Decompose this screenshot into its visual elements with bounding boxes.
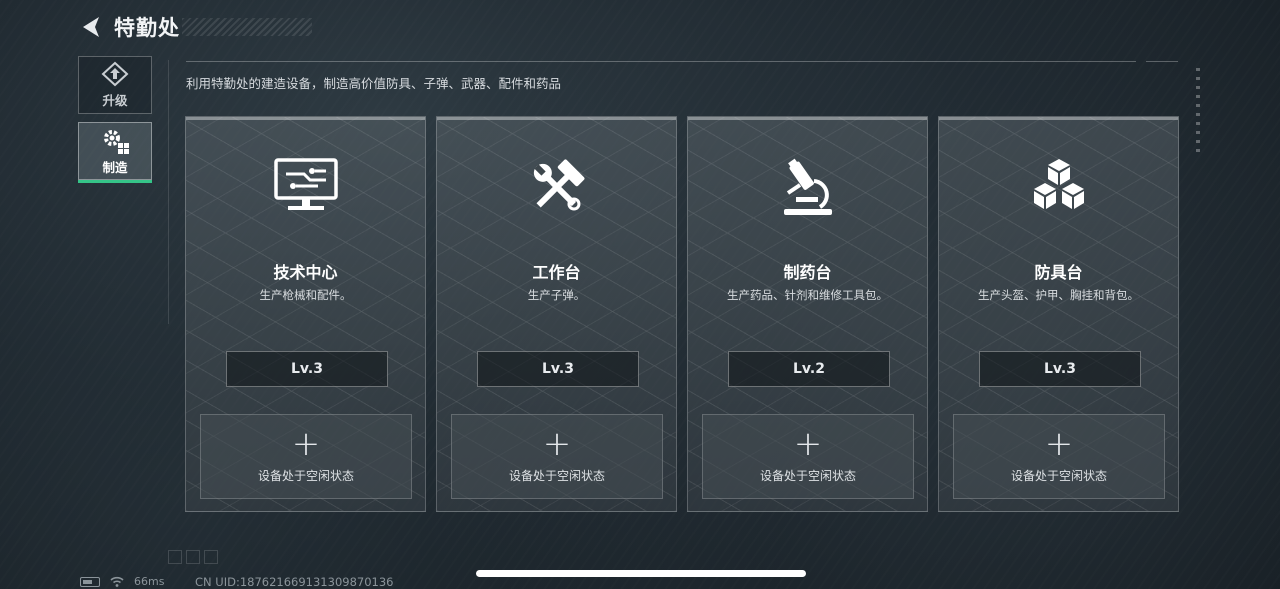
station-level: Lv.3: [979, 351, 1141, 387]
station-name: 工作台: [532, 263, 581, 282]
slot-status: 设备处于空闲状态: [257, 469, 354, 483]
station-desc: 生产枪械和配件。: [259, 288, 352, 302]
nav-item-label: 制造: [102, 160, 128, 175]
production-slot[interactable]: + 设备处于空闲状态: [953, 414, 1165, 499]
monitor-icon: [273, 158, 338, 210]
plus-icon: +: [291, 424, 321, 464]
back-button[interactable]: [78, 14, 104, 40]
slot-status: 设备处于空闲状态: [759, 469, 856, 483]
plus-icon: +: [1044, 424, 1074, 464]
plus-icon: +: [542, 424, 572, 464]
title-decoration: [182, 18, 312, 36]
station-level: Lv.2: [728, 351, 890, 387]
production-slot[interactable]: + 设备处于空闲状态: [702, 414, 914, 499]
decoration: [168, 550, 218, 564]
slot-status: 设备处于空闲状态: [1010, 469, 1107, 483]
station-name: 防具台: [1034, 263, 1083, 282]
station-desc: 生产子弹。: [527, 288, 586, 302]
page-title: 特勤处: [114, 16, 180, 40]
station-level: Lv.3: [226, 351, 388, 387]
hammer-wrench-icon: [533, 159, 584, 211]
station-desc: 生产头盔、护甲、胸挂和背包。: [978, 288, 1139, 302]
plus-icon: +: [793, 424, 823, 464]
production-slot[interactable]: + 设备处于空闲状态: [200, 414, 412, 499]
decoration: [1196, 68, 1200, 158]
nav-item-label: 升级: [102, 93, 128, 108]
divider: [1146, 61, 1178, 62]
upgrade-icon: [101, 61, 129, 87]
station-name: 技术中心: [273, 263, 338, 282]
station-card-pharmacy[interactable]: 制药台 生产药品、针剂和维修工具包。 Lv.2 + 设备处于空闲状态: [687, 116, 928, 512]
cubes-icon: [1033, 159, 1084, 209]
ping-text: 66ms: [134, 575, 165, 588]
nav-item-upgrade[interactable]: 升级: [78, 56, 152, 114]
station-desc: 生产药品、针剂和维修工具包。: [727, 288, 888, 302]
production-slot[interactable]: + 设备处于空闲状态: [451, 414, 663, 499]
wifi-icon: [110, 576, 124, 587]
station-card-workbench[interactable]: 工作台 生产子弹。 Lv.3 + 设备处于空闲状态: [436, 116, 677, 512]
nav-item-craft[interactable]: 制造: [78, 122, 152, 183]
station-card-tech-center[interactable]: 技术中心 生产枪械和配件。 Lv.3 + 设备处于空闲状态: [185, 116, 426, 512]
station-level: Lv.3: [477, 351, 639, 387]
microscope-icon: [783, 158, 832, 215]
home-indicator[interactable]: [476, 570, 806, 577]
back-arrow-icon: [83, 17, 99, 37]
nav-divider: [168, 60, 169, 324]
status-bar: 66ms: [80, 575, 164, 588]
battery-icon: [80, 576, 100, 587]
uid-text: CN UID:187621669131309870136: [195, 575, 394, 589]
station-name: 制药台: [783, 263, 832, 282]
slot-status: 设备处于空闲状态: [508, 469, 605, 483]
header: 特勤处: [78, 12, 312, 42]
gear-icon: [104, 130, 129, 154]
divider: [186, 61, 1136, 62]
station-card-armor[interactable]: 防具台 生产头盔、护甲、胸挂和背包。 Lv.3 + 设备处于空闲状态: [938, 116, 1179, 512]
page-subtitle: 利用特勤处的建造设备，制造高价值防具、子弹、武器、配件和药品: [186, 76, 562, 91]
